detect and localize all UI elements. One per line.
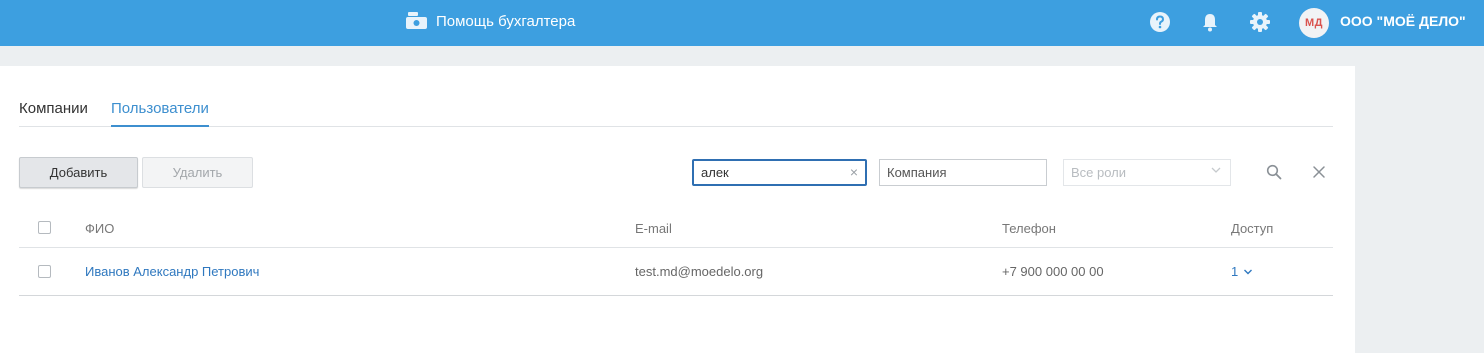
table-header: ФИО E-mail Телефон Доступ — [19, 209, 1333, 248]
column-header-email[interactable]: E-mail — [635, 221, 672, 236]
select-all-checkbox[interactable] — [38, 221, 51, 234]
close-icon[interactable] — [1311, 164, 1327, 180]
search-icon[interactable] — [1266, 164, 1282, 180]
company-name[interactable]: ООО "МОЁ ДЕЛО" — [1340, 13, 1466, 29]
avatar[interactable]: МД — [1299, 8, 1329, 38]
tab-companies[interactable]: Компании — [19, 100, 88, 127]
search-value: алек — [701, 165, 729, 180]
user-phone: +7 900 000 00 00 — [1002, 264, 1104, 279]
delete-button[interactable]: Удалить — [142, 157, 253, 188]
main-panel: Компании Пользователи Добавить Удалить а… — [0, 66, 1355, 353]
roles-placeholder: Все роли — [1071, 165, 1127, 180]
help-label: Помощь бухгалтера — [436, 12, 576, 30]
chevron-down-icon — [1244, 269, 1253, 274]
bell-icon[interactable] — [1199, 11, 1221, 33]
column-header-phone[interactable]: Телефон — [1002, 221, 1056, 236]
user-name-link[interactable]: Иванов Александр Петрович — [85, 264, 259, 279]
access-count: 1 — [1231, 264, 1239, 279]
accountant-help-link[interactable]: Помощь бухгалтера — [405, 9, 575, 33]
user-email: test.md@moedelo.org — [635, 264, 764, 279]
table-row: Иванов Александр Петрович test.md@moedel… — [19, 248, 1333, 296]
roles-select[interactable]: Все роли — [1063, 159, 1231, 186]
row-checkbox[interactable] — [38, 265, 51, 278]
company-field[interactable]: Компания — [879, 159, 1047, 186]
tab-users[interactable]: Пользователи — [111, 100, 209, 127]
question-icon[interactable] — [1149, 11, 1171, 33]
clear-icon[interactable]: × — [850, 164, 858, 180]
add-button[interactable]: Добавить — [19, 157, 138, 188]
column-header-name[interactable]: ФИО — [85, 221, 114, 236]
cash-register-icon — [405, 11, 428, 31]
gear-icon[interactable] — [1249, 11, 1271, 33]
tabs: Компании Пользователи — [19, 100, 1333, 127]
search-input[interactable]: алек × — [692, 159, 867, 186]
column-header-access[interactable]: Доступ — [1231, 221, 1273, 236]
users-table: ФИО E-mail Телефон Доступ Иванов Алексан… — [19, 209, 1333, 296]
chevron-down-icon — [1210, 164, 1222, 176]
access-dropdown[interactable]: 1 — [1231, 264, 1253, 279]
top-bar: Помощь бухгалтера МД ООО "МОЁ ДЕЛО" — [0, 0, 1484, 46]
